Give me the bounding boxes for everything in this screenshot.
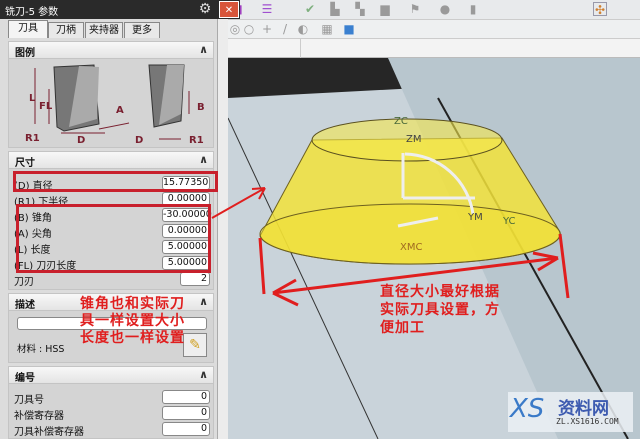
highlight-diameter (13, 171, 218, 192)
axis-zc: ZC (394, 116, 408, 127)
circle-icon[interactable]: ○ (242, 22, 256, 36)
field-cutcom-register: 刀具补偿寄存器 0 (14, 422, 210, 438)
tool-icon[interactable]: ▚ (353, 2, 367, 16)
tool-icon[interactable]: ▙ (328, 2, 342, 16)
gear-icon[interactable]: ⚙ (197, 1, 213, 17)
axis-yc: YC (502, 216, 516, 227)
fit-icon[interactable]: ✣ (593, 2, 607, 17)
material-library-button[interactable]: ✎ (183, 333, 207, 357)
watermark-logo-icon: XS (510, 394, 545, 424)
axis-ym: YM (467, 212, 483, 223)
field-tool-number: 刀具号 0 (14, 390, 210, 406)
background-dark-region (228, 58, 418, 98)
dimensions-section-header[interactable]: 尺寸 ∧ (8, 151, 214, 169)
annotation-line: 实际刀具设置，方 (380, 302, 500, 318)
annotation-line: 具一样设置大小 (80, 313, 185, 329)
line-icon[interactable]: / (278, 22, 292, 36)
adjust-register-input[interactable]: 0 (162, 406, 210, 420)
tool-number-input[interactable]: 0 (162, 390, 210, 404)
tab-tool[interactable]: 刀具 (8, 20, 48, 38)
section-title: 编号 (15, 373, 35, 384)
watermark: XS 资料网 ZL.XS1616.COM (508, 392, 633, 432)
chevron-up-icon[interactable]: ∧ (199, 153, 208, 166)
field-flutes: 刀刃 2 (14, 272, 210, 288)
watermark-url: ZL.XS1616.COM (556, 417, 619, 426)
tab-holder[interactable]: 夹持器 (85, 22, 123, 38)
plus-icon[interactable]: + (260, 22, 274, 36)
tab-strip (228, 39, 640, 58)
field-label: 刀刃 (14, 277, 34, 288)
cutcom-register-input[interactable]: 0 (162, 422, 210, 436)
chevron-up-icon[interactable]: ∧ (199, 295, 208, 308)
field-label: 刀具补偿寄存器 (14, 427, 84, 438)
section-title: 图例 (15, 48, 35, 59)
annotation-right: 直径大小最好根据 实际刀具设置，方 便加工 (380, 283, 500, 337)
chevron-up-icon[interactable]: ∧ (199, 43, 208, 56)
label-d2: D (135, 135, 143, 146)
tool-diagram: L FL R1 D A B D R1 (25, 64, 205, 146)
layer-icon[interactable]: ☰ (260, 2, 274, 16)
main-toolbar: ■ ☰ ✔ ▙ ▚ ▆ ⚑ ● ▮ ✣ (228, 0, 640, 20)
snap-toolbar: ◎ ○ + / ◐ ▦ ■ (228, 20, 640, 39)
material-label: 材料 : HSS (17, 344, 65, 355)
legend-section-header[interactable]: 图例 ∧ (8, 41, 214, 59)
wrench-icon: ✎ (189, 337, 201, 353)
tool-icon[interactable]: ▆ (378, 2, 392, 16)
close-icon[interactable]: ✕ (219, 1, 239, 18)
field-adjust-register: 补偿寄存器 0 (14, 406, 210, 422)
check-icon[interactable]: ✔ (303, 2, 317, 16)
annotation-left: 锥角也和实际刀 具一样设置大小 长度也一样设置 (80, 296, 185, 347)
section-title: 尺寸 (15, 158, 35, 169)
shape-icon[interactable]: ▮ (466, 2, 480, 16)
label-r1: R1 (25, 133, 40, 144)
field-label: 刀具号 (14, 395, 44, 406)
label-b: B (197, 102, 205, 113)
section-title: 描述 (15, 300, 35, 311)
cone-base (259, 203, 561, 265)
grid-icon[interactable]: ▦ (320, 22, 334, 36)
label-fl: FL (39, 101, 53, 112)
field-label: 补偿寄存器 (14, 411, 64, 422)
axis-xmc: XMC (400, 242, 422, 253)
annotation-line: 直径大小最好根据 (380, 284, 500, 300)
box-icon[interactable]: ■ (342, 22, 356, 36)
legend-diagram: L FL R1 D A B D R1 (8, 59, 214, 148)
tab-more[interactable]: 更多 (124, 22, 160, 38)
label-d: D (77, 135, 85, 146)
shape-icon[interactable]: ● (438, 2, 452, 16)
label-a: A (116, 105, 124, 116)
label-l: L (29, 93, 36, 104)
numbering-section-header[interactable]: 编号 ∧ (8, 366, 214, 384)
flutes-input[interactable]: 2 (180, 272, 210, 286)
watermark-text: 资料网 (558, 399, 609, 419)
surface-icon[interactable]: ◐ (296, 22, 310, 36)
label-r1-2: R1 (189, 135, 204, 146)
annotation-line: 便加工 (380, 320, 425, 336)
flag-icon[interactable]: ⚑ (408, 2, 422, 16)
chevron-up-icon[interactable]: ∧ (199, 368, 208, 381)
annotation-line: 锥角也和实际刀 (80, 296, 185, 312)
highlight-angles-lengths (16, 204, 211, 273)
annotation-arrow (211, 187, 266, 219)
axis-zm: ZM (406, 134, 421, 145)
circle-icon[interactable]: ◎ (228, 22, 242, 36)
tab-shank[interactable]: 刀柄 (48, 22, 84, 38)
annotation-line: 长度也一样设置 (80, 330, 185, 346)
graphics-viewport[interactable]: ZC ZM YM YC XMC (228, 58, 640, 439)
